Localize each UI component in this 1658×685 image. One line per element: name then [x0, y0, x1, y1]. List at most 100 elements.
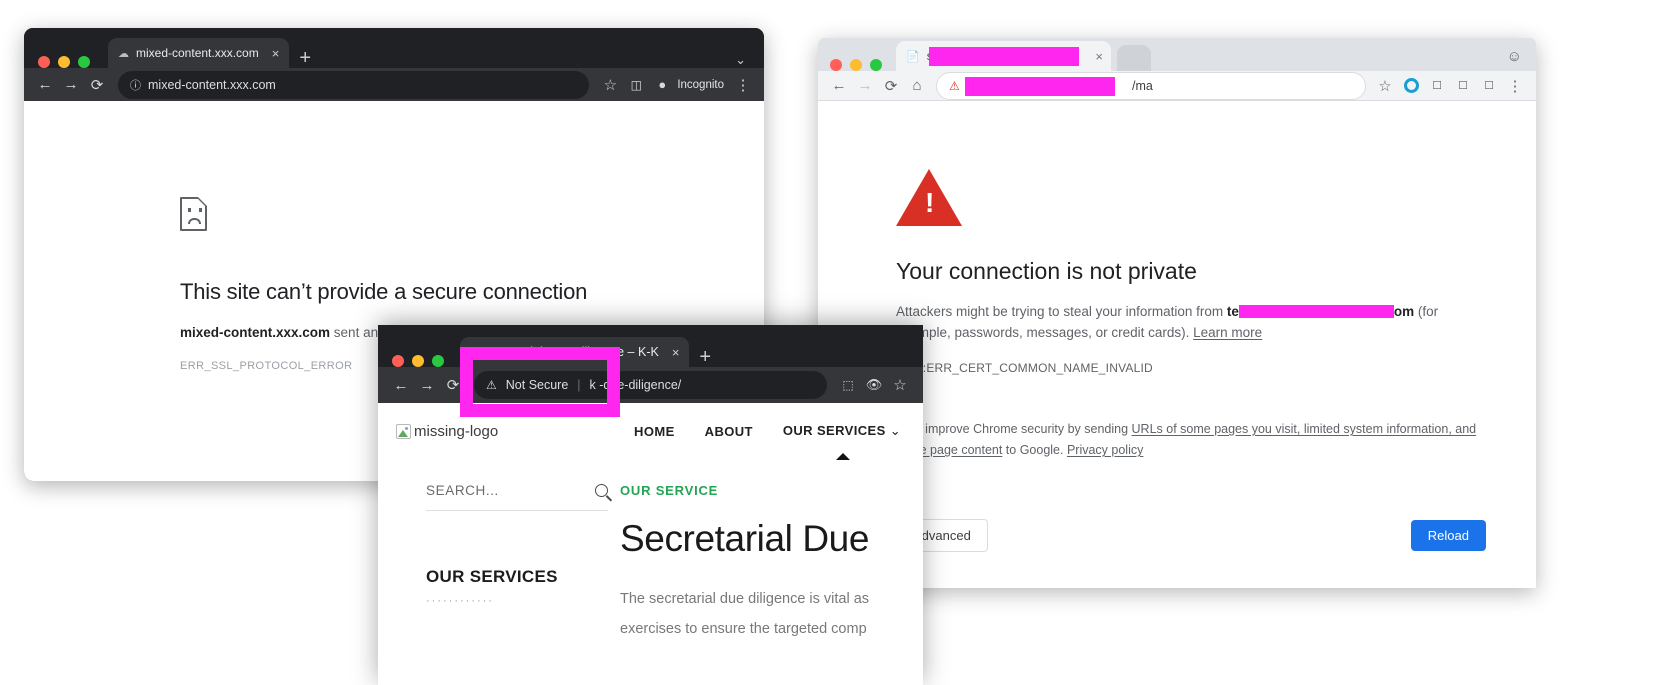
error-heading: Your connection is not private	[896, 258, 1197, 284]
section-eyebrow: OUR SERVICE	[620, 483, 719, 498]
extension-icon-4[interactable]: ☐	[1476, 73, 1502, 99]
logo-alt-text: missing-logo	[414, 422, 499, 440]
profile-icon[interactable]: ☺	[1507, 48, 1526, 71]
reload-button[interactable]: ⟳	[878, 73, 904, 99]
improve-mid: to Google.	[1002, 443, 1067, 457]
error-body: Attackers might be trying to steal your …	[896, 301, 1496, 343]
error-host-start: te	[1226, 304, 1239, 319]
window-controls[interactable]	[392, 355, 444, 367]
forward-button[interactable]: →	[58, 72, 84, 98]
site-content: SEARCH... OUR SERVICES ············ OUR …	[378, 459, 923, 644]
back-button[interactable]: ←	[388, 372, 414, 398]
minimize-window-button[interactable]	[412, 355, 424, 367]
screenshot-canvas: ☁ mixed-content.xxx.com × + ⌄ ← → ⟳ ⓘ mi…	[0, 0, 1658, 685]
close-window-button[interactable]	[830, 59, 842, 71]
reload-button[interactable]: ⟳	[84, 72, 110, 98]
page-title: Secretarial Due	[620, 518, 870, 559]
maximize-window-button[interactable]	[432, 355, 444, 367]
error-host: mixed-content.xxx.com	[180, 325, 331, 340]
new-tab-button[interactable]: +	[289, 48, 321, 68]
home-button[interactable]: ⌂	[904, 73, 930, 99]
site-sidebar: SEARCH... OUR SERVICES ············	[378, 483, 608, 644]
back-button[interactable]: ←	[32, 72, 58, 98]
new-tab-button[interactable]: +	[689, 347, 721, 367]
browser-menu-button[interactable]: ⋮	[1502, 73, 1528, 99]
forward-button[interactable]: →	[414, 372, 440, 398]
page-icon: 📄	[906, 50, 920, 63]
eye-slash-icon[interactable]: 👁	[861, 372, 887, 398]
navigation-bar: ← → ⟳ ⌂ ⚠ x /ma ☆ ☐ ☐ ☐ ⋮	[818, 71, 1536, 101]
website-viewport: missing-logo HOME ABOUT OUR SERVICES ⌄ S…	[378, 403, 923, 685]
site-main-column: OUR SERVICE Secretarial Due The secretar…	[608, 483, 923, 644]
sad-document-icon	[180, 197, 214, 237]
close-icon[interactable]: ×	[272, 46, 280, 61]
address-bar[interactable]: ⓘ mixed-content.xxx.com	[118, 70, 590, 99]
tab-title: mixed-content.xxx.com	[136, 46, 259, 60]
minimize-window-button[interactable]	[58, 56, 70, 68]
forward-button: →	[857, 77, 873, 94]
site-nav-our-services-label: OUR SERVICES	[782, 423, 886, 438]
close-icon[interactable]: ×	[1095, 49, 1103, 64]
redaction-bar-hostname	[1238, 305, 1394, 318]
warning-icon[interactable]: ⚠	[949, 79, 960, 93]
browser-tab[interactable]: 📄 s ×	[896, 41, 1111, 71]
tab-placeholder[interactable]	[1117, 45, 1151, 71]
close-window-button[interactable]	[392, 355, 404, 367]
incognito-avatar-icon[interactable]: ●	[649, 72, 675, 98]
extension-icon-2[interactable]: ☐	[1424, 73, 1450, 99]
missing-logo-image: missing-logo	[396, 423, 498, 440]
error-host-end: om	[1393, 304, 1415, 319]
side-panel-icon[interactable]: ◫	[623, 72, 649, 98]
qr-code-icon[interactable]: ⬚	[835, 372, 861, 398]
back-button[interactable]: ←	[826, 73, 852, 99]
browser-tab[interactable]: ☁ mixed-content.xxx.com ×	[108, 38, 290, 68]
maximize-window-button[interactable]	[78, 56, 90, 68]
site-nav-about[interactable]: ABOUT	[705, 424, 753, 439]
chevron-down-icon[interactable]: ⌄	[735, 52, 752, 68]
reload-page-button[interactable]: Reload	[1410, 520, 1486, 551]
redaction-bar-tab-title	[929, 47, 1079, 66]
address-bar-url: mixed-content.xxx.com	[148, 77, 276, 92]
warning-triangle-icon	[896, 169, 962, 226]
redaction-bar-url	[965, 76, 1115, 96]
navigation-bar: ← → ⟳ ⓘ mixed-content.xxx.com ☆ ◫ ● Inco…	[24, 68, 764, 101]
page-paragraph-line-1: The secretarial due diligence is vital a…	[620, 591, 870, 607]
redaction-box-not-secure	[460, 347, 620, 417]
window-controls[interactable]	[830, 59, 882, 71]
page-paragraph-line-2: exercises to ensure the targeted comp	[620, 621, 867, 637]
site-nav-our-services[interactable]: OUR SERVICES ⌄	[783, 423, 901, 439]
close-window-button[interactable]	[38, 56, 50, 68]
bookmark-star-icon[interactable]: ☆	[597, 72, 623, 98]
window-controls[interactable]	[38, 56, 90, 68]
address-bar-url-suffix: /ma	[1132, 78, 1153, 93]
interstitial-button-row: Advanced Reload	[896, 519, 1486, 552]
chevron-down-icon: ⌄	[889, 423, 901, 438]
extension-icon[interactable]	[1398, 73, 1424, 99]
dropdown-caret-icon	[836, 453, 850, 460]
browser-window-due-diligence[interactable]: ■ Secretarial Due Diligence – K-K × + ← …	[378, 325, 923, 685]
bookmark-star-icon[interactable]: ☆	[1372, 73, 1398, 99]
learn-more-link[interactable]: Learn more	[1193, 325, 1262, 340]
info-icon[interactable]: ⓘ	[130, 77, 141, 93]
improve-chrome-text: Help improve Chrome security by sending …	[896, 419, 1496, 461]
tab-strip: ☁ mixed-content.xxx.com × + ⌄	[24, 28, 764, 68]
minimize-window-button[interactable]	[850, 59, 862, 71]
maximize-window-button[interactable]	[870, 59, 882, 71]
browser-window-cert-error[interactable]: 📄 s × ☺ ← → ⟳ ⌂ ⚠ x /ma ☆ ☐ ☐	[818, 38, 1536, 588]
improve-pre: Help improve Chrome security by sending	[896, 422, 1132, 436]
error-code: NET::ERR_CERT_COMMON_NAME_INVALID	[896, 361, 1153, 375]
site-nav-links: HOME ABOUT OUR SERVICES ⌄	[634, 423, 901, 439]
error-body-pre: Attackers might be trying to steal your …	[896, 304, 1227, 319]
address-bar[interactable]: ⚠ x /ma	[936, 71, 1366, 100]
site-nav-home[interactable]: HOME	[634, 424, 675, 439]
tab-strip: 📄 s × ☺	[818, 38, 1536, 71]
sidebar-heading: OUR SERVICES	[426, 567, 558, 586]
search-icon[interactable]	[595, 484, 608, 497]
broken-image-icon	[396, 423, 411, 439]
extension-icon-3[interactable]: ☐	[1450, 73, 1476, 99]
search-input[interactable]: SEARCH...	[426, 483, 608, 511]
close-icon[interactable]: ×	[672, 345, 680, 360]
bookmark-star-icon[interactable]: ☆	[887, 372, 913, 398]
browser-menu-button[interactable]: ⋮	[730, 72, 756, 98]
privacy-policy-link[interactable]: Privacy policy	[1067, 443, 1143, 457]
